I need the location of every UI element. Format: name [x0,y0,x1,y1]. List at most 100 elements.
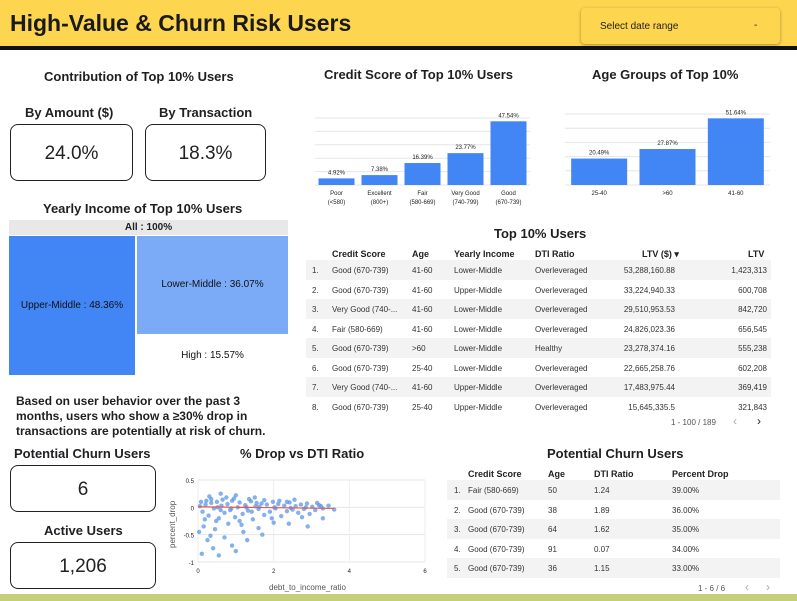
scatter-point[interactable] [204,498,209,503]
scatter-point[interactable] [222,510,227,515]
scatter-point[interactable] [232,514,238,520]
scatter-point[interactable] [241,529,246,535]
scatter-point[interactable] [213,518,219,524]
scatter-point[interactable] [220,497,225,502]
next-page-icon[interactable]: › [757,414,761,428]
scatter-point[interactable] [214,499,220,505]
credit-score-bar[interactable] [447,153,484,185]
scatter-point[interactable] [254,500,259,506]
credit-score-bar[interactable] [361,175,398,185]
scatter-point[interactable] [314,500,320,506]
scatter-point[interactable] [224,495,229,500]
column-header[interactable]: Age [548,469,565,479]
next-page-icon[interactable]: › [766,580,770,594]
scatter-point[interactable] [326,503,331,508]
scatter-point[interactable] [299,514,305,520]
scatter-point[interactable] [250,517,256,522]
scatter-point[interactable] [284,499,290,505]
scatter-point[interactable] [262,512,267,518]
scatter-point[interactable] [249,509,254,514]
prev-page-icon[interactable]: ‹ [733,414,737,428]
scatter-point[interactable] [269,516,274,521]
scatter-point[interactable] [206,513,211,518]
scatter-point[interactable] [218,507,223,513]
age-group-bar[interactable] [639,149,696,185]
scatter-point[interactable] [205,537,210,543]
table-row[interactable]: 2. Good (670-739) 38 1.89 36.00% [447,500,780,520]
table-row[interactable]: 6. Good (670-739) 25-40 Lower-Middle Overlev… [306,358,771,378]
scatter-point[interactable] [209,500,214,506]
age-group-bar[interactable] [571,158,628,185]
column-header[interactable]: Percent Drop [672,469,729,479]
scatter-point[interactable] [198,499,204,505]
table-row[interactable]: 4. Fair (580-669) 41-60 Lower-Middle Overlev… [306,319,771,339]
scatter-point[interactable] [216,553,222,558]
scatter-point[interactable] [303,505,309,510]
scatter-point[interactable] [218,491,223,496]
scatter-point[interactable] [237,518,242,524]
scatter-point[interactable] [284,508,290,514]
table-row[interactable]: 8. Good (670-739) 25-40 Upper-Middle Overlev… [306,397,771,417]
table-row[interactable]: 4. Good (670-739) 91 0.07 34.00% [447,539,780,559]
scatter-point[interactable] [264,502,270,507]
scatter-point[interactable] [271,520,276,525]
scatter-point[interactable] [320,516,326,521]
scatter-point[interactable] [240,511,245,517]
scatter-point[interactable] [305,524,310,529]
table-row[interactable]: 5. Good (670-739) >60 Lower-Middle Healthy 23… [306,338,771,358]
scatter-point[interactable] [212,527,218,532]
column-header[interactable]: Age [412,249,429,259]
scatter-point[interactable] [267,509,273,514]
age-group-bar[interactable] [707,118,764,185]
scatter-point[interactable] [244,537,250,543]
date-range-selector[interactable]: Select date range - [581,8,780,44]
sort-column-header[interactable]: LTV ($) ▾ [642,249,679,260]
scatter-point[interactable] [210,546,216,551]
scatter-point[interactable] [307,511,312,517]
table-row[interactable]: 7. Very Good (740-... 41-60 Upper-Middle Ove… [306,377,771,397]
table-row[interactable]: 5. Good (670-739) 36 1.15 33.00% [447,558,780,578]
scatter-point[interactable] [199,551,204,556]
credit-score-bar[interactable] [318,178,355,185]
column-header[interactable]: Credit Score [332,249,386,259]
scatter-point[interactable] [203,502,208,507]
scatter-point[interactable] [225,501,230,507]
scatter-point[interactable] [196,529,202,535]
credit-score-bar[interactable] [490,121,527,185]
scatter-point[interactable] [246,496,252,502]
scatter-point[interactable] [296,510,301,515]
scatter-point[interactable] [252,495,257,500]
scatter-point[interactable] [262,498,267,503]
scatter-point[interactable] [226,521,231,526]
scatter-point[interactable] [239,522,244,528]
column-header[interactable]: Yearly Income [454,249,515,259]
scatter-point[interactable] [279,513,284,519]
scatter-point[interactable] [260,532,265,537]
scatter-point[interactable] [298,502,304,507]
column-header[interactable]: DTI Ratio [594,469,634,479]
table-row[interactable]: 1. Good (670-739) 41-60 Lower-Middle Overlev… [306,260,771,280]
scatter-point[interactable] [201,524,206,529]
treemap-upper-middle[interactable]: Upper-Middle : 48.36% [9,236,135,375]
treemap-lower-middle[interactable]: Lower-Middle : 36.07% [137,236,288,334]
scatter-point[interactable] [277,498,282,503]
scatter-point[interactable] [257,504,262,509]
scatter-point[interactable] [202,517,208,522]
column-header[interactable]: Credit Score [468,469,522,479]
scatter-point[interactable] [209,496,214,502]
column-header[interactable]: LTV [748,249,764,259]
scatter-point[interactable] [237,500,242,505]
scatter-point[interactable] [270,499,276,505]
scatter-point[interactable] [292,497,297,502]
scatter-point[interactable] [222,535,227,540]
scatter-point[interactable] [233,548,239,554]
scatter-point[interactable] [256,525,261,531]
prev-page-icon[interactable]: ‹ [745,580,749,594]
table-row[interactable]: 3. Good (670-739) 64 1.62 35.00% [447,519,780,539]
column-header[interactable]: DTI Ratio [535,249,575,259]
table-row[interactable]: 1. Fair (580-669) 50 1.24 39.00% [447,480,780,500]
scatter-point[interactable] [231,496,237,501]
table-row[interactable]: 3. Very Good (740-... 41-60 Lower-Middle Ove… [306,299,771,319]
scatter-point[interactable] [200,509,205,514]
credit-score-bar[interactable] [404,163,441,185]
